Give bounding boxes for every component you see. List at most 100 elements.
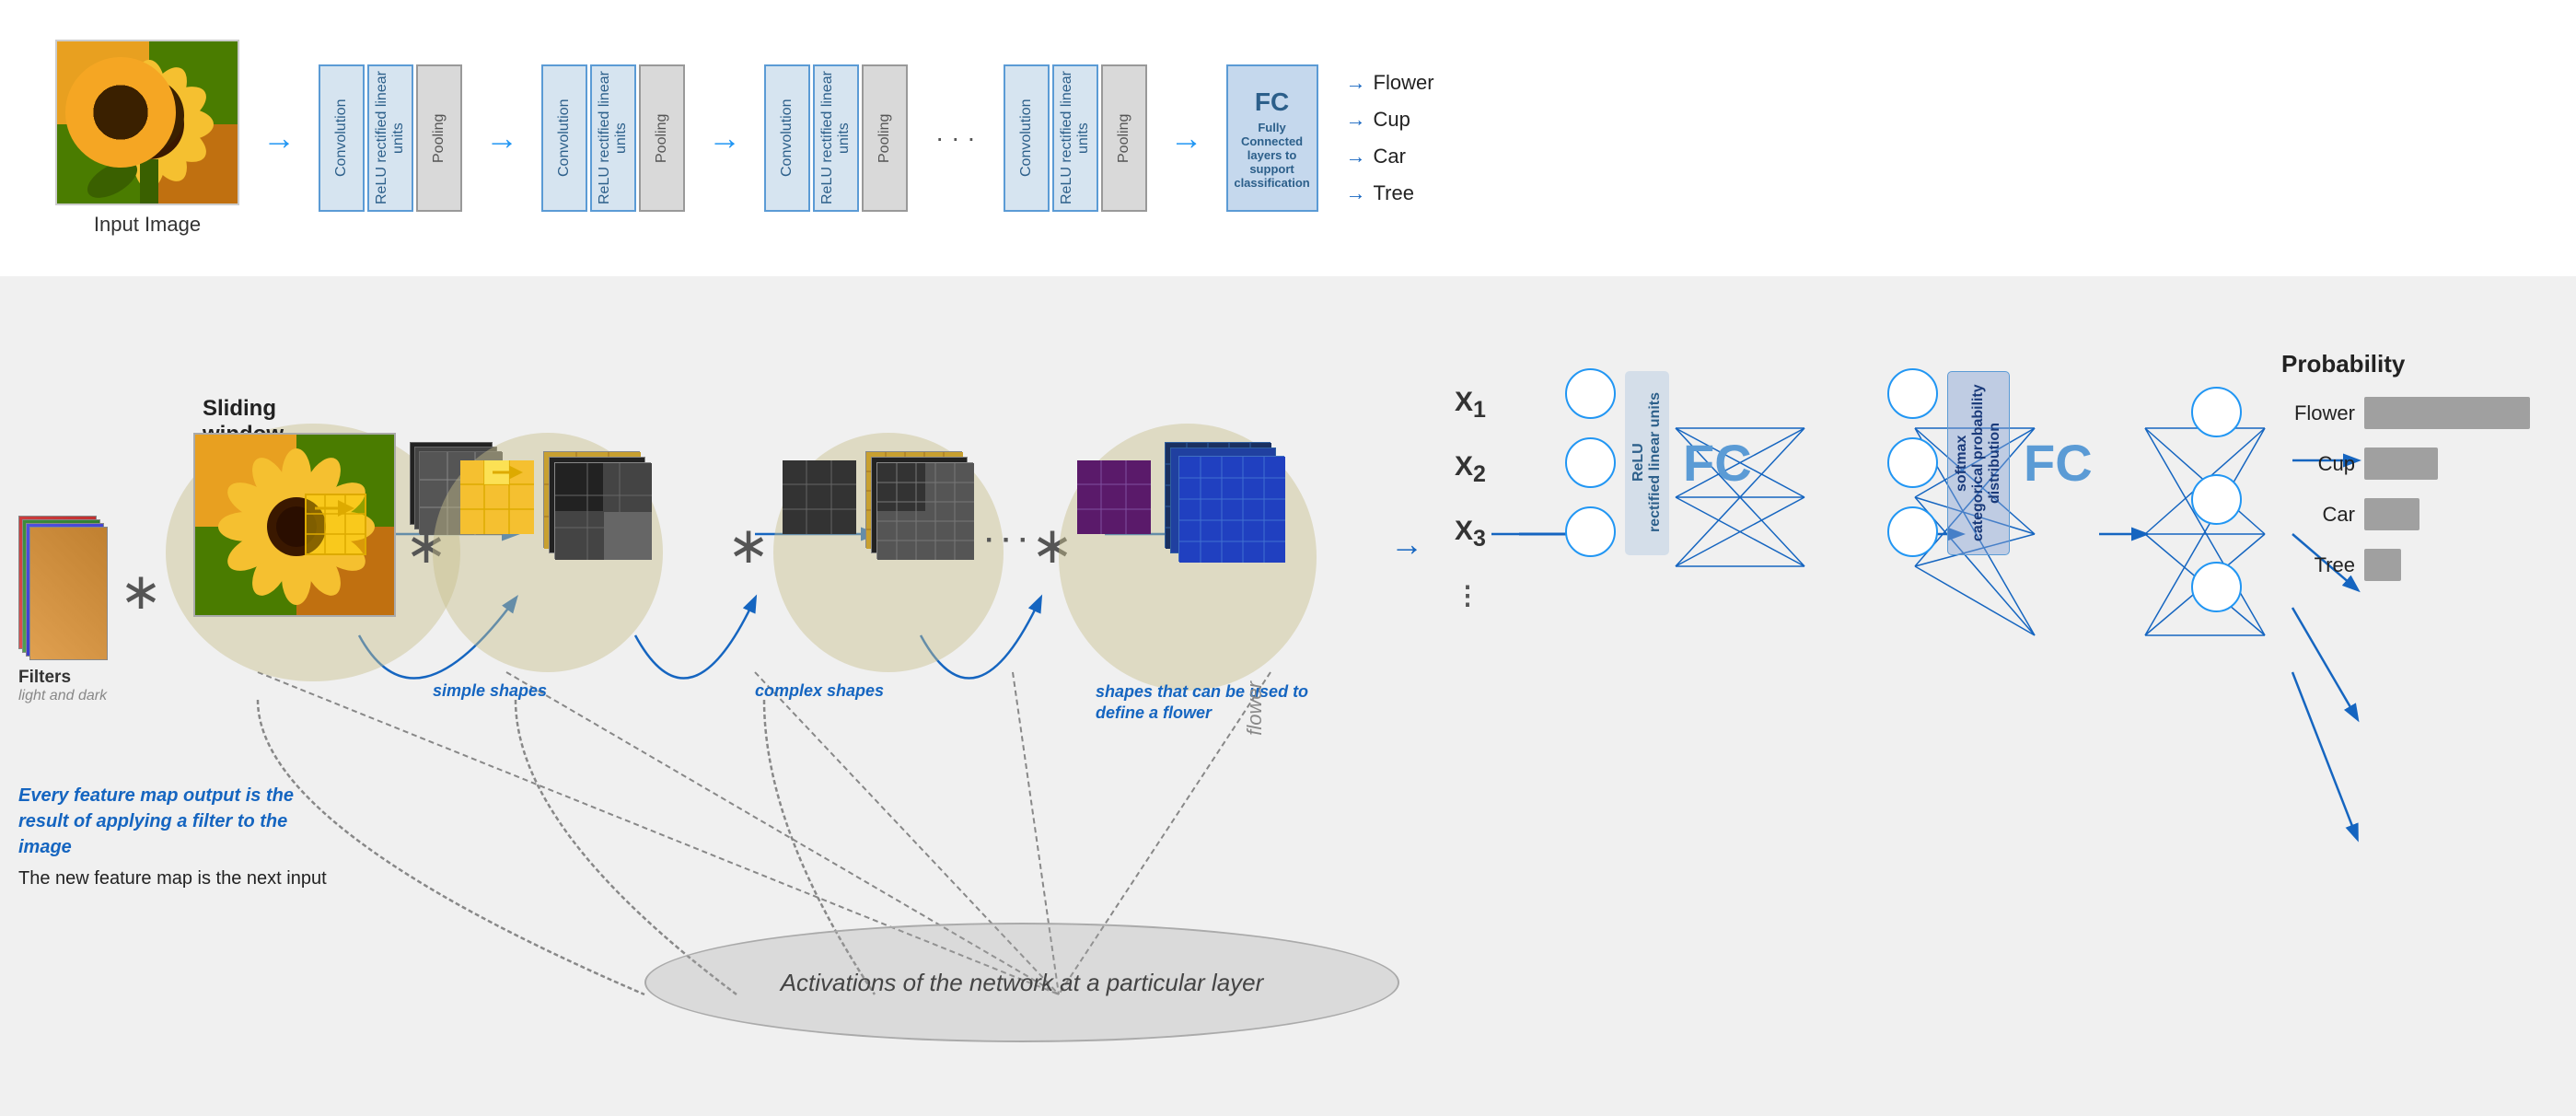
- fmap-stack-2: [543, 451, 663, 571]
- filters-sublabel: light and dark: [18, 688, 110, 704]
- fc1-node-3: [1565, 506, 1616, 557]
- output-cup-row: → Cup: [1346, 108, 1434, 132]
- x1-label: X1: [1455, 387, 1486, 424]
- fmap-3c: [876, 462, 973, 559]
- arrow-tree: →: [1346, 181, 1366, 205]
- fc2-section: softmaxcategorical probability distribut…: [1887, 368, 2093, 557]
- pool-layer-3: Pooling: [862, 64, 908, 212]
- fmap-stack-4: [1165, 442, 1303, 580]
- fc1-nodes: [1565, 368, 1616, 557]
- output-nodes: [2191, 387, 2242, 612]
- prob-tree-row: Tree: [2281, 549, 2530, 581]
- conv-group-1: Convolution ReLU rectified linear units …: [319, 64, 462, 212]
- input-image: [55, 40, 239, 205]
- prob-car-row: Car: [2281, 498, 2530, 530]
- fc2-label: FC: [2024, 433, 2093, 493]
- probability-title: Probability: [2281, 350, 2530, 378]
- input-image-container: Input Image: [55, 40, 239, 237]
- fmap-stack-4-wrapper: [1165, 442, 1303, 580]
- pool-layer-4: Pooling: [1101, 64, 1147, 212]
- sunflower-bottom: [193, 433, 396, 617]
- complex-shapes-label: complex shapes: [755, 681, 884, 701]
- arrow-flower: →: [1346, 71, 1366, 95]
- activation-text: Activations of the network at a particul…: [781, 969, 1264, 997]
- feature-desc-1: Every feature map output is theresult of…: [18, 783, 331, 860]
- output-car-row: → Car: [1346, 145, 1434, 169]
- prob-tree-bar: [2364, 549, 2401, 581]
- softmax-label: softmaxcategorical probability distribut…: [1954, 381, 2003, 545]
- flower-label: flower: [1243, 681, 1267, 736]
- input-image-label: Input Image: [94, 213, 201, 237]
- prob-cup-label: Cup: [2281, 452, 2355, 476]
- bottom-section: Filters light and dark ∗ Sliding window: [0, 276, 2576, 1116]
- fmap-2c: [554, 462, 651, 559]
- fc-block-top: FC Fully Connected layers to support cla…: [1226, 64, 1318, 212]
- softmax-box: softmaxcategorical probability distribut…: [1947, 371, 2010, 555]
- conv-layer-1: Convolution: [319, 64, 365, 212]
- feature-desc-2: The new feature map is the next input: [18, 866, 331, 891]
- fc2-node-3: [1887, 506, 1938, 557]
- arrow-to-conv2: →: [485, 119, 518, 157]
- probability-section: Probability Flower Cup Car Tree: [2281, 350, 2530, 599]
- output-car: Car: [1374, 145, 1406, 169]
- x3-label: X3: [1455, 516, 1486, 552]
- fc1-label: FC: [1683, 433, 1752, 493]
- fc1-section: ReLUrectified linear units FC: [1565, 368, 1752, 557]
- filters-section: Filters light and dark: [18, 516, 110, 704]
- arrow-to-fc: →: [1170, 119, 1203, 157]
- x-inputs: X1 X2 X3 ⋮: [1455, 387, 1486, 610]
- prob-flower-bar: [2364, 397, 2530, 429]
- relu-layer-1: ReLU rectified linear units: [367, 64, 413, 212]
- fmap-stack-3-wrapper: [865, 451, 985, 571]
- arrow-cup: →: [1346, 108, 1366, 132]
- feature-map-description: Every feature map output is theresult of…: [18, 783, 331, 891]
- output-labels: → Flower → Cup → Car → Tree: [1346, 71, 1434, 205]
- top-section: Input Image → Convolution ReLU rectified…: [0, 0, 2576, 276]
- x-dots: ⋮: [1455, 580, 1480, 610]
- arrow-to-conv1: →: [262, 119, 296, 157]
- fc1-node-2: [1565, 437, 1616, 488]
- x2-label: X2: [1455, 451, 1486, 488]
- out-node-1: [2191, 387, 2242, 437]
- feature-maps-2-stack: [543, 451, 663, 571]
- prob-cup-row: Cup: [2281, 448, 2530, 480]
- fmap-stack-3: [865, 451, 985, 571]
- pool-layer-1: Pooling: [416, 64, 462, 212]
- relu-label-bottom: ReLUrectified linear units: [1630, 392, 1664, 532]
- fc-top-label: Fully Connected layers to support classi…: [1234, 121, 1309, 190]
- relu-layer-3: ReLU rectified linear units: [813, 64, 859, 212]
- prob-tree-label: Tree: [2281, 553, 2355, 577]
- conv-group-3: Convolution ReLU rectified linear units …: [764, 64, 908, 212]
- fc1-node-1: [1565, 368, 1616, 419]
- filter-layer-4: [29, 527, 108, 660]
- fc2-nodes: [1887, 368, 1938, 557]
- asterisk-3: ∗: [727, 516, 770, 575]
- filter-stack: [18, 516, 110, 663]
- output-tree: Tree: [1374, 181, 1414, 205]
- arrow-to-conv3: →: [708, 119, 741, 157]
- small-filter-3: [783, 460, 856, 534]
- arrow-car: →: [1346, 145, 1366, 169]
- out-node-2: [2191, 474, 2242, 525]
- pool-layer-2: Pooling: [639, 64, 685, 212]
- prob-flower-row: Flower: [2281, 397, 2530, 429]
- conv-layer-2: Convolution: [541, 64, 587, 212]
- conv-dots: · · ·: [935, 123, 976, 153]
- small-filter-4: [1077, 460, 1151, 534]
- conv-group-4: Convolution ReLU rectified linear units …: [1004, 64, 1147, 212]
- stage-to-x-arrow: →: [1390, 525, 1423, 564]
- simple-shapes-label: simple shapes: [433, 681, 547, 701]
- prob-flower-label: Flower: [2281, 401, 2355, 425]
- output-flower-row: → Flower: [1346, 71, 1434, 95]
- flower-shapes-label: shapes that can be used to define a flow…: [1096, 681, 1335, 725]
- output-flower: Flower: [1374, 71, 1434, 95]
- filters-label: Filters: [18, 668, 110, 688]
- stage-dots: · · ·: [985, 525, 1028, 556]
- prob-car-label: Car: [2281, 503, 2355, 527]
- output-cup: Cup: [1374, 108, 1410, 132]
- asterisk-1: ∗: [120, 562, 162, 621]
- fmap-4c: [1178, 456, 1284, 562]
- prob-car-bar: [2364, 498, 2419, 530]
- output-tree-row: → Tree: [1346, 181, 1434, 205]
- relu-layer-4: ReLU rectified linear units: [1052, 64, 1098, 212]
